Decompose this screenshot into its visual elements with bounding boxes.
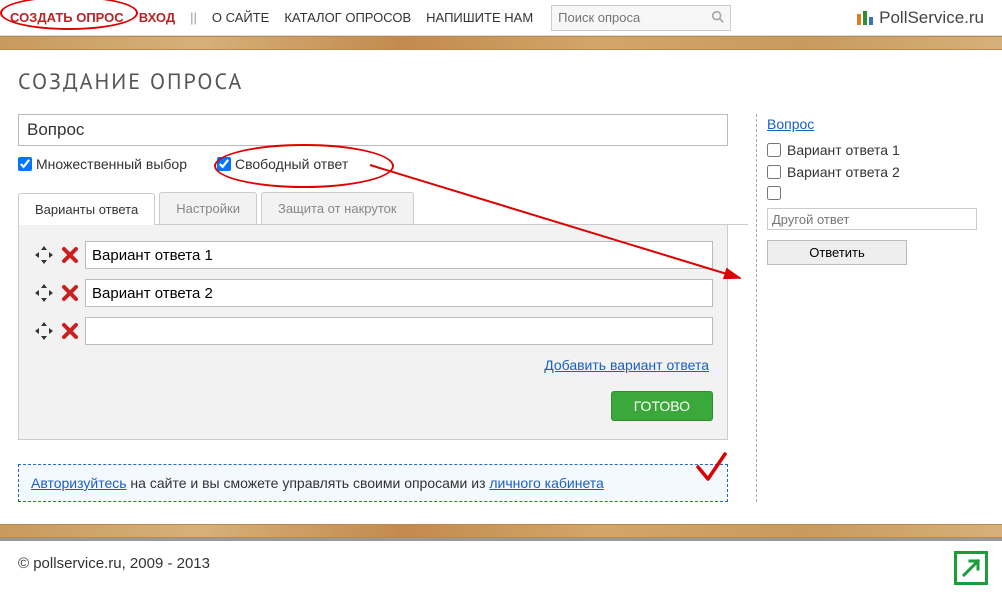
nav-create-poll[interactable]: СОЗДАТЬ ОПРОС bbox=[10, 10, 124, 25]
preview-submit-button[interactable]: Ответить bbox=[767, 240, 907, 265]
nav-separator: || bbox=[190, 10, 197, 25]
column-separator bbox=[756, 114, 757, 502]
share-icon[interactable] bbox=[954, 551, 988, 585]
preview-option-empty[interactable] bbox=[767, 186, 984, 200]
brand: PollService.ru bbox=[857, 8, 984, 28]
copyright: © pollservice.ru, 2009 - 2013 bbox=[18, 555, 210, 572]
brand-icon bbox=[857, 11, 873, 25]
multiple-choice-input[interactable] bbox=[18, 157, 32, 171]
footer: © pollservice.ru, 2009 - 2013 bbox=[0, 538, 1002, 586]
multiple-choice-label: Множественный выбор bbox=[36, 156, 187, 172]
nav-catalog[interactable]: КАТАЛОГ ОПРОСОВ bbox=[284, 10, 411, 25]
multiple-choice-checkbox[interactable]: Множественный выбор bbox=[18, 156, 187, 172]
auth-login-link[interactable]: Авторизуйтесь bbox=[31, 475, 127, 491]
question-input[interactable] bbox=[18, 114, 728, 146]
delete-icon[interactable] bbox=[59, 244, 81, 266]
preview-question-link[interactable]: Вопрос bbox=[767, 116, 814, 132]
nav-about[interactable]: О САЙТЕ bbox=[212, 10, 269, 25]
top-nav: СОЗДАТЬ ОПРОС ВХОД || О САЙТЕ КАТАЛОГ ОП… bbox=[10, 10, 533, 25]
move-icon[interactable] bbox=[33, 320, 55, 342]
preview-other-input[interactable] bbox=[767, 208, 977, 230]
editor-column: Множественный выбор Свободный ответ Вари… bbox=[18, 114, 748, 502]
auth-hint-box: Авторизуйтесь на сайте и вы сможете упра… bbox=[18, 464, 728, 502]
search-input[interactable] bbox=[551, 5, 731, 31]
option-input-3[interactable] bbox=[85, 317, 713, 345]
wood-strip-top bbox=[0, 36, 1002, 50]
page-title: СОЗДАНИЕ ОПРОСА bbox=[18, 68, 984, 96]
move-icon[interactable] bbox=[33, 244, 55, 266]
add-option-link[interactable]: Добавить вариант ответа bbox=[33, 357, 709, 373]
wood-strip-bottom bbox=[0, 524, 1002, 538]
option-row bbox=[33, 241, 713, 269]
delete-icon[interactable] bbox=[59, 282, 81, 304]
auth-text: на сайте и вы сможете управлять своими о… bbox=[127, 475, 490, 491]
option-row bbox=[33, 279, 713, 307]
brand-text: PollService.ru bbox=[879, 8, 984, 28]
nav-contact[interactable]: НАПИШИТЕ НАМ bbox=[426, 10, 533, 25]
ready-button[interactable]: ГОТОВО bbox=[611, 391, 713, 421]
tab-settings[interactable]: Настройки bbox=[159, 192, 257, 224]
tab-body-variants: Добавить вариант ответа ГОТОВО bbox=[18, 225, 728, 440]
preview-column: Вопрос Вариант ответа 1 Вариант ответа 2… bbox=[767, 114, 984, 502]
option-input-2[interactable] bbox=[85, 279, 713, 307]
tab-antifraud[interactable]: Защита от накруток bbox=[261, 192, 414, 224]
free-answer-label: Свободный ответ bbox=[235, 156, 348, 172]
move-icon[interactable] bbox=[33, 282, 55, 304]
option-input-1[interactable] bbox=[85, 241, 713, 269]
option-row bbox=[33, 317, 713, 345]
tabs: Варианты ответа Настройки Защита от накр… bbox=[18, 192, 748, 225]
free-answer-checkbox[interactable]: Свободный ответ bbox=[217, 156, 348, 172]
nav-login[interactable]: ВХОД bbox=[139, 10, 175, 25]
preview-option[interactable]: Вариант ответа 2 bbox=[767, 164, 984, 180]
tab-variants[interactable]: Варианты ответа bbox=[18, 193, 155, 225]
delete-icon[interactable] bbox=[59, 320, 81, 342]
search-box bbox=[551, 5, 731, 31]
preview-option[interactable]: Вариант ответа 1 bbox=[767, 142, 984, 158]
free-answer-input[interactable] bbox=[217, 157, 231, 171]
auth-cabinet-link[interactable]: личного кабинета bbox=[489, 475, 603, 491]
search-icon[interactable] bbox=[711, 10, 725, 27]
